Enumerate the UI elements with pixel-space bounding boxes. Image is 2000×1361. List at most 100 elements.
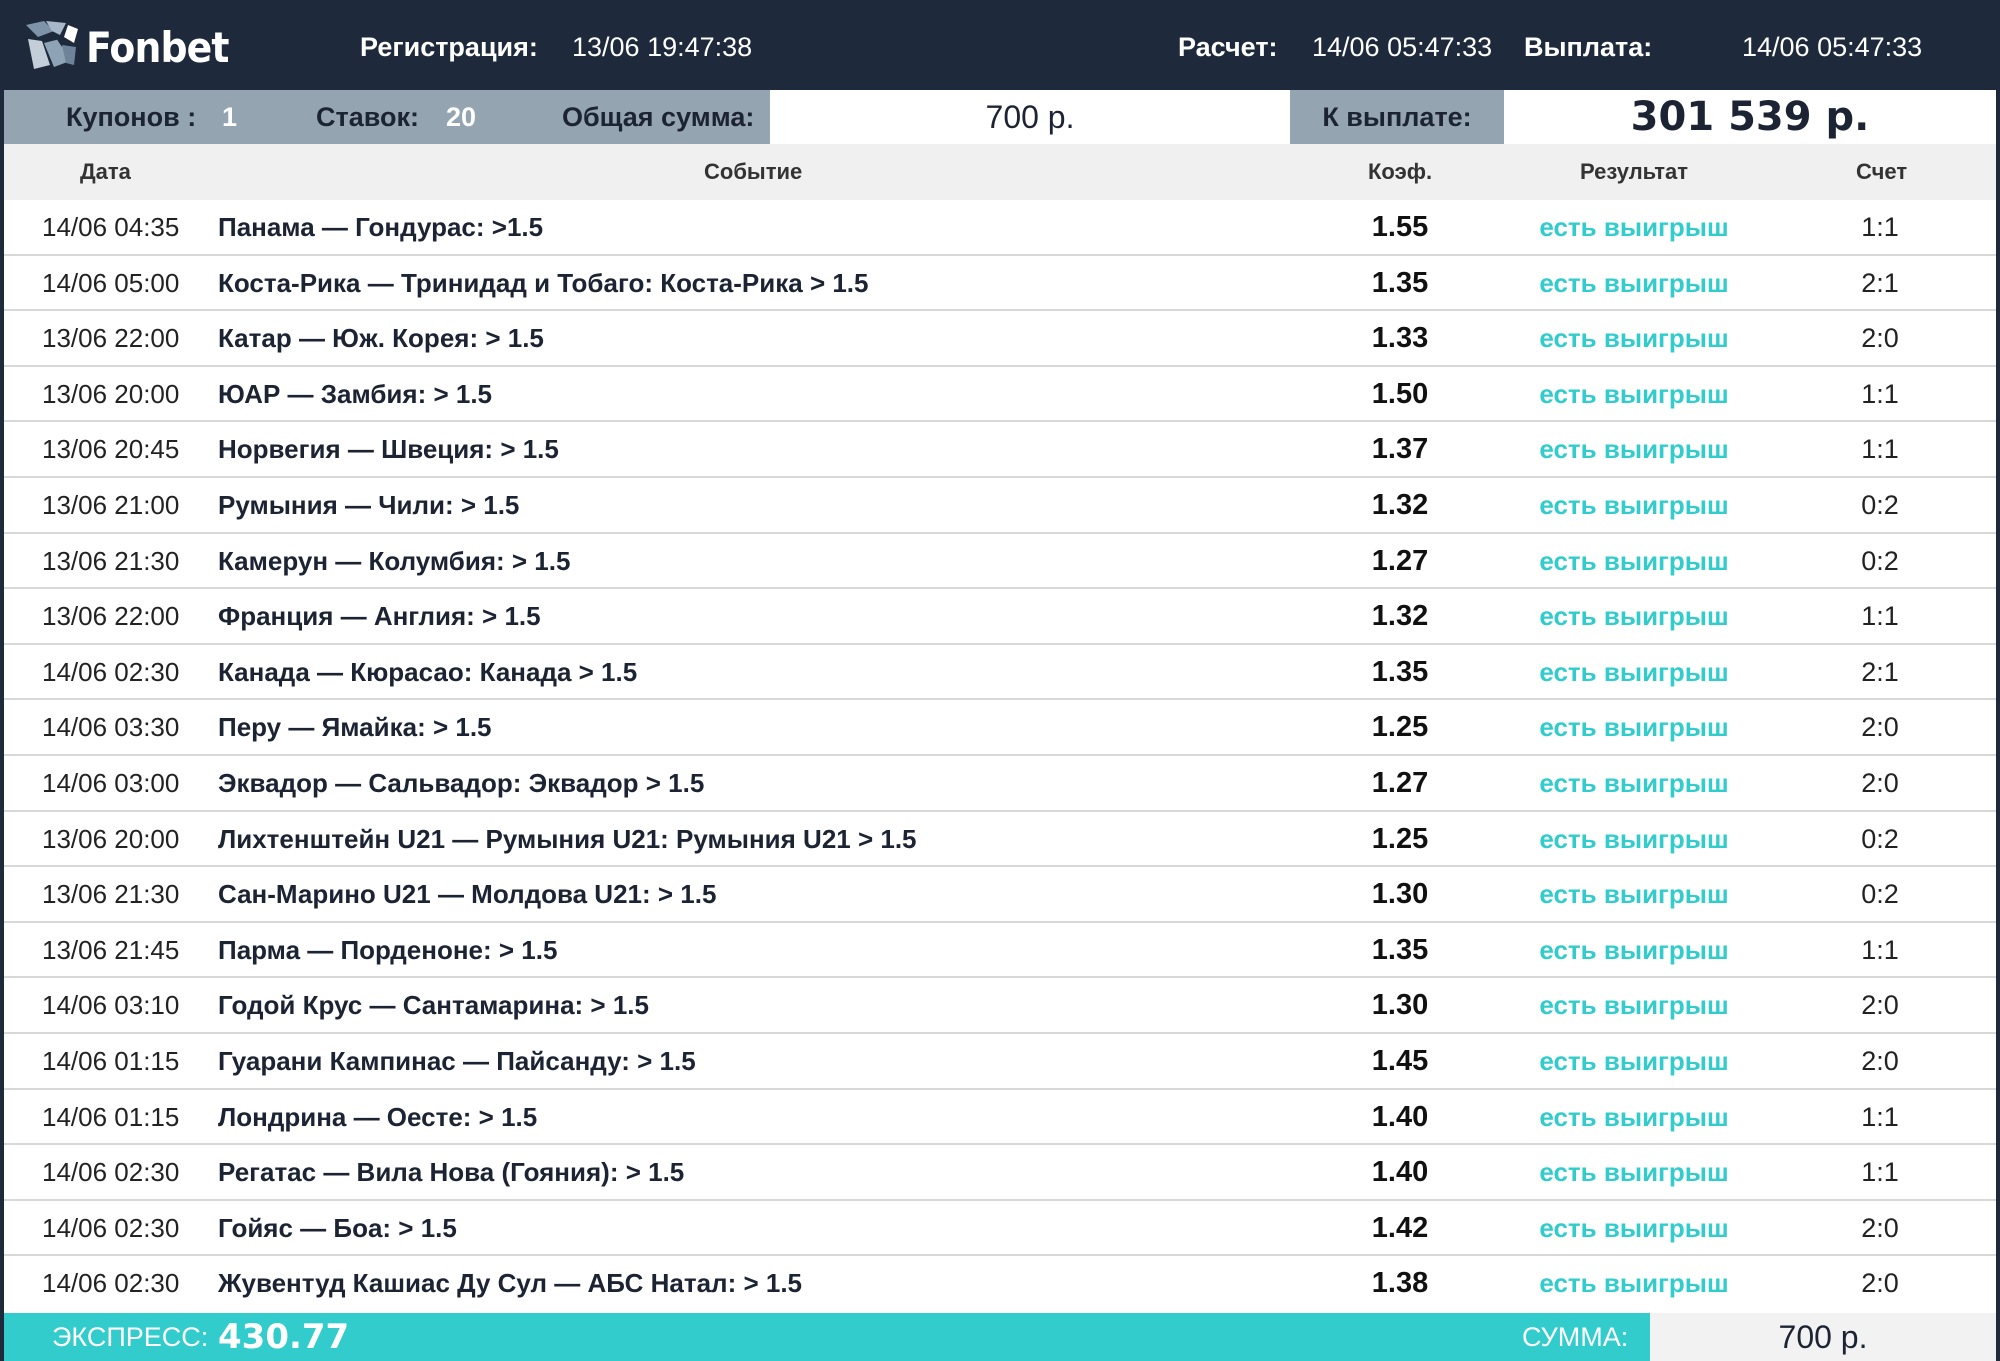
row-coef: 1.27 [1371, 766, 1429, 799]
row-score: 1:1 [1861, 934, 1899, 965]
row-result: есть выигрыш [1539, 767, 1729, 798]
row-date: 14/06 02:30 [42, 656, 180, 687]
brand-name: Fonbet [86, 22, 229, 72]
row-result: есть выигрыш [1539, 601, 1729, 632]
row-event: Эквадор — Сальвадор: Эквадор > 1.5 [218, 767, 705, 798]
row-result: есть выигрыш [1539, 1101, 1729, 1132]
row-date: 14/06 05:00 [42, 267, 180, 298]
column-date: Дата [80, 159, 131, 184]
row-event: Панама — Гондурас: >1.5 [218, 212, 544, 242]
row-score: 1:1 [1861, 1101, 1899, 1132]
row-coef: 1.25 [1371, 711, 1429, 744]
sum-value: 700 р. [1650, 1313, 1996, 1361]
row-date: 14/06 03:00 [42, 767, 180, 798]
row-date: 14/06 02:30 [42, 1212, 180, 1243]
row-date: 13/06 20:00 [42, 378, 180, 409]
row-result: есть выигрыш [1539, 267, 1729, 298]
row-coef: 1.35 [1371, 933, 1429, 966]
column-result: Результат [1580, 159, 1689, 184]
row-date: 13/06 21:45 [42, 934, 180, 965]
coupons-value: 1 [222, 102, 238, 132]
row-event: Сан-Марино U21 — Молдова U21: > 1.5 [218, 879, 717, 910]
row-result: есть выигрыш [1539, 378, 1729, 409]
row-result: есть выигрыш [1539, 434, 1729, 465]
row-event: Канада — Кюрасао: Канада > 1.5 [218, 656, 638, 687]
express-label: ЭКСПРЕСС: [52, 1322, 209, 1352]
header-bar: Fonbet Регистрация: 13/06 19:47:38 Расче… [4, 4, 1996, 90]
row-score: 2:0 [1861, 1268, 1899, 1299]
table-row: 13/06 21:45 Парма — Порденоне: > 1.5 1.3… [4, 923, 1996, 979]
row-score: 2:0 [1861, 767, 1899, 798]
bet-coupon: Fonbet Регистрация: 13/06 19:47:38 Расче… [0, 0, 2000, 1361]
settlement-label: Расчет: [1178, 32, 1278, 62]
row-result: есть выигрыш [1539, 1157, 1729, 1188]
row-date: 13/06 20:00 [42, 823, 180, 854]
footer-bar: ЭКСПРЕСС: 430.77 СУММА: 700 р. [4, 1313, 1996, 1361]
row-result: есть выигрыш [1539, 212, 1729, 242]
row-date: 14/06 01:15 [42, 1045, 180, 1076]
row-date: 14/06 01:15 [42, 1101, 180, 1132]
row-event: Коста-Рика — Тринидад и Тобаго: Коста-Ри… [218, 267, 869, 298]
row-date: 13/06 22:00 [42, 323, 180, 354]
row-date: 13/06 21:30 [42, 879, 180, 910]
row-result: есть выигрыш [1539, 545, 1729, 576]
row-result: есть выигрыш [1539, 1212, 1729, 1243]
row-date: 14/06 03:30 [42, 712, 180, 743]
row-event: Норвегия — Швеция: > 1.5 [218, 434, 559, 465]
row-score: 2:0 [1861, 1045, 1899, 1076]
row-coef: 1.35 [1371, 266, 1429, 299]
row-coef: 1.30 [1371, 989, 1429, 1022]
row-score: 0:2 [1861, 489, 1899, 520]
payout-time: 14/06 05:47:33 [1742, 32, 1923, 62]
row-result: есть выигрыш [1539, 1045, 1729, 1076]
row-score: 1:1 [1861, 601, 1899, 632]
row-event: Лихтенштейн U21 — Румыния U21: Румыния U… [218, 823, 917, 854]
row-coef: 1.50 [1371, 377, 1429, 410]
coupons-label: Купонов : [66, 102, 197, 132]
row-score: 2:0 [1861, 1212, 1899, 1243]
summary-bar: Купонов : 1 Ставок: 20 Общая сумма: 700 … [4, 90, 1996, 144]
table-row: 13/06 20:00 Лихтенштейн U21 — Румыния U2… [4, 812, 1996, 868]
row-score: 2:0 [1861, 323, 1899, 354]
row-event: Парма — Порденоне: > 1.5 [218, 934, 558, 965]
table-row: 14/06 01:15 Гуарани Кампинас — Пайсанду:… [4, 1034, 1996, 1090]
row-result: есть выигрыш [1539, 323, 1729, 354]
table-row: 13/06 21:30 Камерун — Колумбия: > 1.5 1.… [4, 534, 1996, 590]
row-result: есть выигрыш [1539, 1268, 1729, 1299]
table-row: 13/06 20:00 ЮАР — Замбия: > 1.5 1.50 ест… [4, 367, 1996, 423]
table-header: Дата Событие Коэф. Результат Счет [4, 144, 1996, 200]
table-row: 14/06 05:00 Коста-Рика — Тринидад и Тоба… [4, 256, 1996, 312]
row-coef: 1.27 [1371, 544, 1429, 577]
table-row: 14/06 02:30 Гойяс — Боа: > 1.5 1.42 есть… [4, 1201, 1996, 1257]
row-event: Катар — Юж. Корея: > 1.5 [218, 323, 544, 354]
table-row: 13/06 21:00 Румыния — Чили: > 1.5 1.32 е… [4, 478, 1996, 534]
settlement-time: 14/06 05:47:33 [1312, 32, 1493, 62]
row-event: Гойяс — Боа: > 1.5 [218, 1212, 457, 1243]
table-row: 14/06 03:30 Перу — Ямайка: > 1.5 1.25 ес… [4, 700, 1996, 756]
total-sum-value: 700 р. [770, 90, 1290, 144]
to-pay-value: 301 539 р. [1504, 90, 1996, 144]
row-score: 0:2 [1861, 545, 1899, 576]
table-row: 13/06 22:00 Франция — Англия: > 1.5 1.32… [4, 589, 1996, 645]
row-date: 14/06 02:30 [42, 1157, 180, 1188]
column-coef: Коэф. [1368, 159, 1433, 184]
row-coef: 1.40 [1371, 1156, 1429, 1189]
payout-label: Выплата: [1524, 32, 1653, 62]
row-coef: 1.37 [1371, 433, 1429, 466]
row-result: есть выигрыш [1539, 879, 1729, 910]
table-row: 14/06 02:30 Регатас — Вила Нова (Гояния)… [4, 1145, 1996, 1201]
row-coef: 1.35 [1371, 655, 1429, 688]
row-date: 14/06 02:30 [42, 1268, 180, 1299]
row-score: 2:0 [1861, 712, 1899, 743]
to-pay-label: К выплате: [1290, 90, 1504, 144]
row-score: 1:1 [1861, 378, 1899, 409]
bets-table: 14/06 04:35 Панама — Гондурас: >1.5 1.55… [4, 200, 1996, 1312]
row-event: Гуарани Кампинас — Пайсанду: > 1.5 [218, 1045, 696, 1076]
row-event: Камерун — Колумбия: > 1.5 [218, 545, 571, 576]
row-event: Румыния — Чили: > 1.5 [218, 489, 520, 520]
bets-label: Ставок: [316, 102, 419, 132]
table-row: 14/06 02:30 Канада — Кюрасао: Канада > 1… [4, 645, 1996, 701]
row-date: 14/06 03:10 [42, 990, 180, 1021]
row-event: Перу — Ямайка: > 1.5 [218, 712, 492, 743]
table-row: 14/06 04:35 Панама — Гондурас: >1.5 1.55… [4, 200, 1996, 256]
